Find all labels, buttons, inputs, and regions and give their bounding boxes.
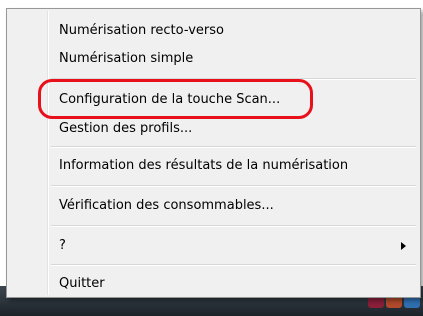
menu-item-duplex-scan[interactable]: Numérisation recto-verso [9,20,418,42]
menu-item-label: Configuration de la touche Scan... [59,92,281,107]
menu-item-label: Numérisation simple [59,51,194,66]
menu-item-help[interactable]: ? [9,235,418,257]
menu-separator [51,264,416,266]
menu-item-label: Gestion des profils... [59,121,193,136]
menu-item-profile-management[interactable]: Gestion des profils... [9,118,418,140]
menu-item-label: Information des résultats de la numérisa… [59,158,349,173]
context-menu: Numérisation recto-verso Numérisation si… [6,8,421,298]
menu-separator [51,185,416,187]
menu-item-scan-results-info[interactable]: Information des résultats de la numérisa… [9,155,418,177]
menu-item-label: Quitter [59,276,105,291]
menu-separator [51,146,416,148]
menu-item-consumables-check[interactable]: Vérification des consommables... [9,195,418,217]
menu-separator [51,78,416,80]
menu-item-simplex-scan[interactable]: Numérisation simple [9,48,418,70]
menu-item-label: Vérification des consommables... [59,198,274,213]
menu-item-label: ? [59,238,66,253]
menu-item-label: Numérisation recto-verso [59,23,224,38]
submenu-arrow-icon [401,242,406,250]
menu-separator [51,225,416,227]
menu-item-quit[interactable]: Quitter [9,273,418,295]
menu-item-scan-button-settings[interactable]: Configuration de la touche Scan... [9,89,418,111]
